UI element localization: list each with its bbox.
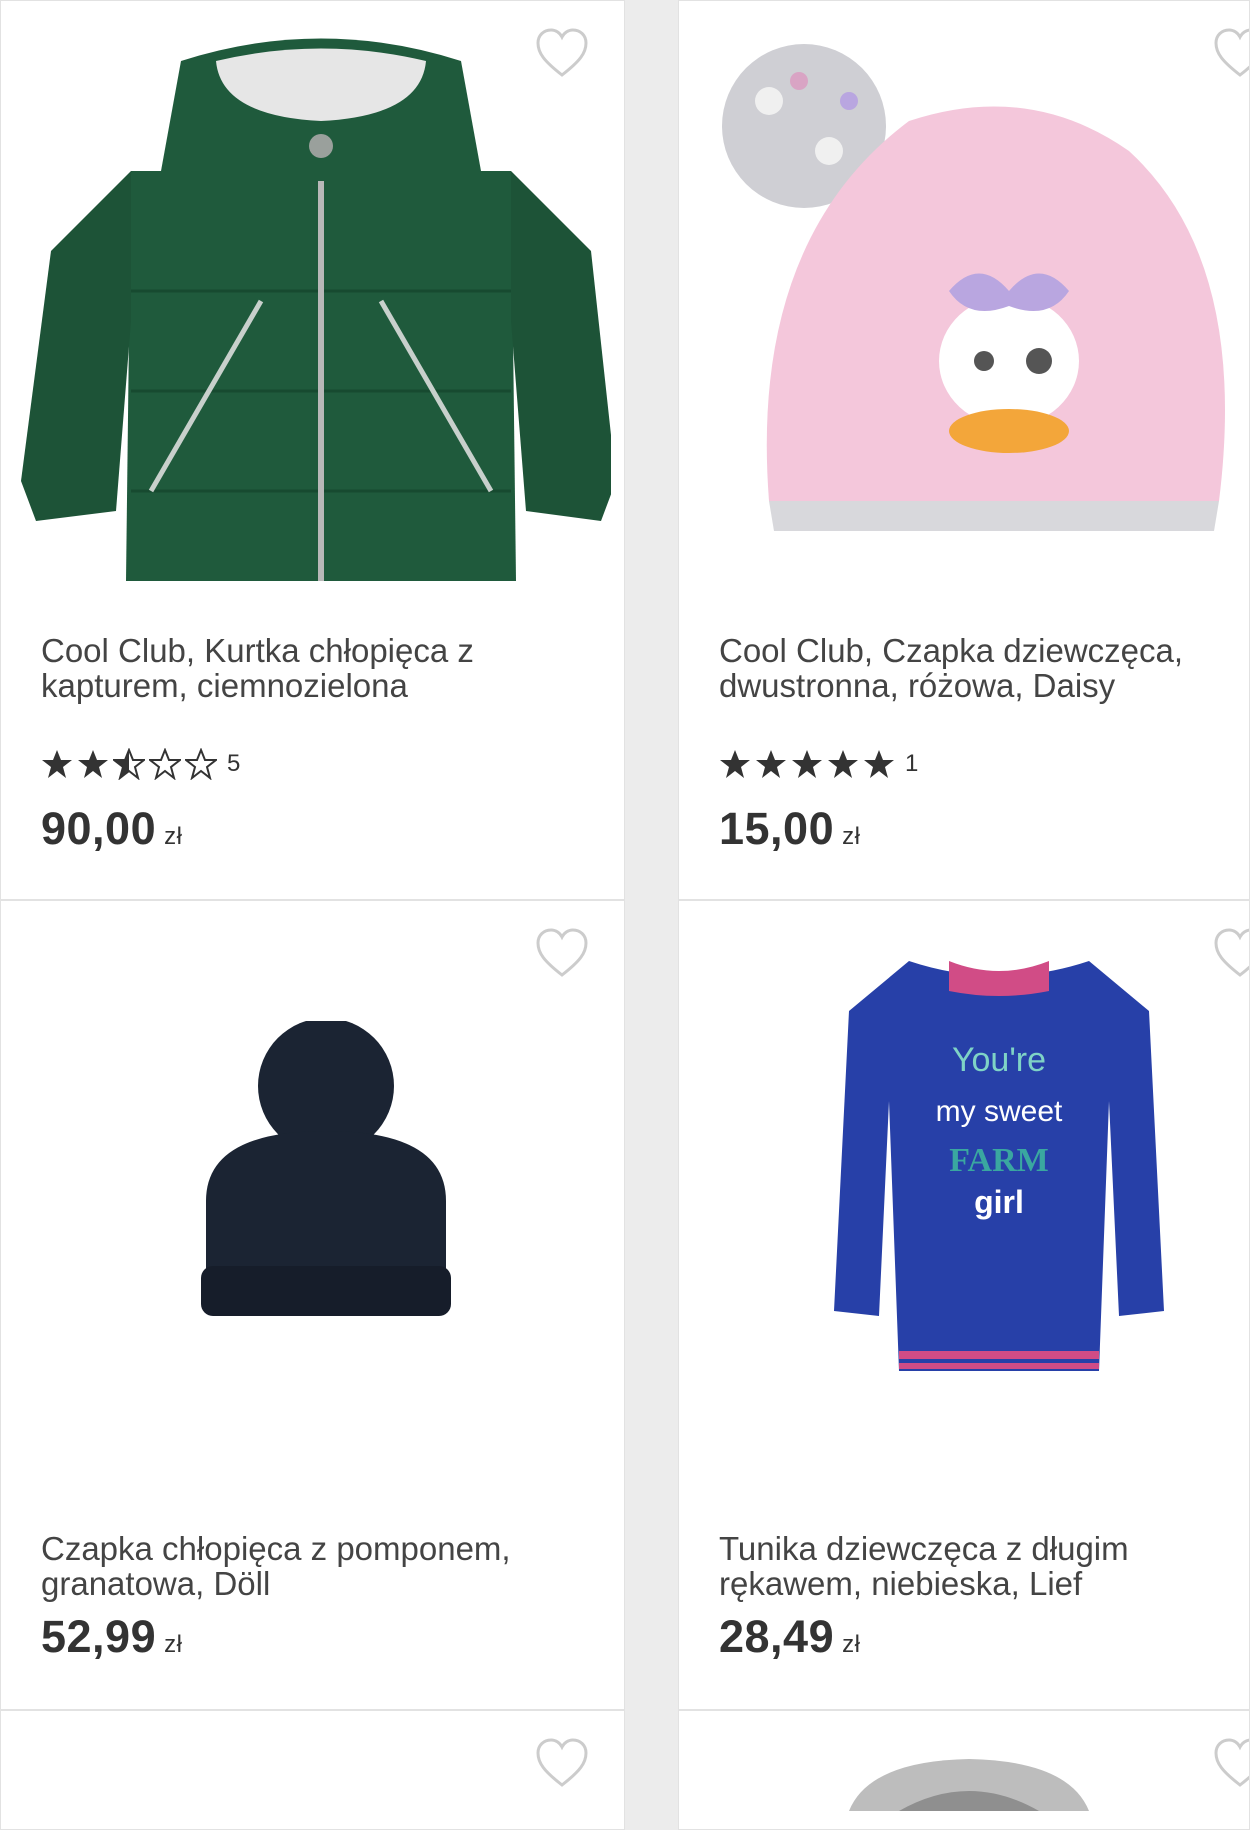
- product-image[interactable]: [839, 1751, 1099, 1811]
- product-title[interactable]: Tunika dziewczęca z długim rękawem, nieb…: [719, 1531, 1239, 1601]
- rating-stars: 5: [41, 747, 240, 781]
- product-title[interactable]: Cool Club, Czapka dziewczęca, dwustronna…: [719, 633, 1239, 703]
- product-card[interactable]: [678, 1710, 1250, 1830]
- tunic-print-line4: girl: [974, 1184, 1024, 1220]
- product-image[interactable]: [709, 41, 1229, 541]
- tunic-print-line1: You're: [952, 1041, 1046, 1079]
- star-icon: [756, 750, 786, 778]
- star-icon: [864, 750, 894, 778]
- heart-icon[interactable]: [1212, 1737, 1250, 1789]
- star-icon: [78, 750, 108, 778]
- product-title[interactable]: Czapka chłopięca z pomponem, granatowa, …: [41, 1531, 561, 1601]
- product-image[interactable]: [181, 1021, 471, 1321]
- review-count: 1: [905, 750, 919, 777]
- star-icon: [42, 750, 72, 778]
- rating-stars: 1: [719, 747, 918, 781]
- product-price: 52,99 zł: [41, 1611, 183, 1662]
- product-price: 28,49 zł: [719, 1611, 861, 1662]
- product-card[interactable]: Cool Club, Kurtka chłopięca z kapturem, …: [0, 0, 625, 900]
- product-price: 90,00 zł: [41, 803, 183, 854]
- star-icon: [792, 750, 822, 778]
- review-count: 5: [227, 750, 241, 777]
- product-card[interactable]: Czapka chłopięca z pomponem, granatowa, …: [0, 900, 625, 1710]
- heart-icon[interactable]: [1212, 927, 1250, 979]
- product-card[interactable]: You're my sweet FARM girl Tunika dziewcz…: [678, 900, 1250, 1710]
- star-empty-icon: [185, 748, 217, 780]
- heart-icon[interactable]: [534, 1737, 590, 1789]
- product-card[interactable]: [0, 1710, 625, 1830]
- tunic-print-line2: my sweet: [936, 1095, 1063, 1128]
- product-image[interactable]: You're my sweet FARM girl: [819, 951, 1179, 1391]
- tunic-print-line3: FARM: [949, 1142, 1048, 1179]
- star-half-icon: [113, 748, 145, 780]
- star-empty-icon: [149, 748, 181, 780]
- star-icon: [720, 750, 750, 778]
- product-title[interactable]: Cool Club, Kurtka chłopięca z kapturem, …: [41, 633, 561, 703]
- product-grid: Cool Club, Kurtka chłopięca z kapturem, …: [0, 0, 1250, 1830]
- product-price: 15,00 zł: [719, 803, 861, 854]
- star-icon: [828, 750, 858, 778]
- product-image[interactable]: [11, 21, 611, 601]
- heart-icon[interactable]: [534, 927, 590, 979]
- product-card[interactable]: Cool Club, Czapka dziewczęca, dwustronna…: [678, 0, 1250, 900]
